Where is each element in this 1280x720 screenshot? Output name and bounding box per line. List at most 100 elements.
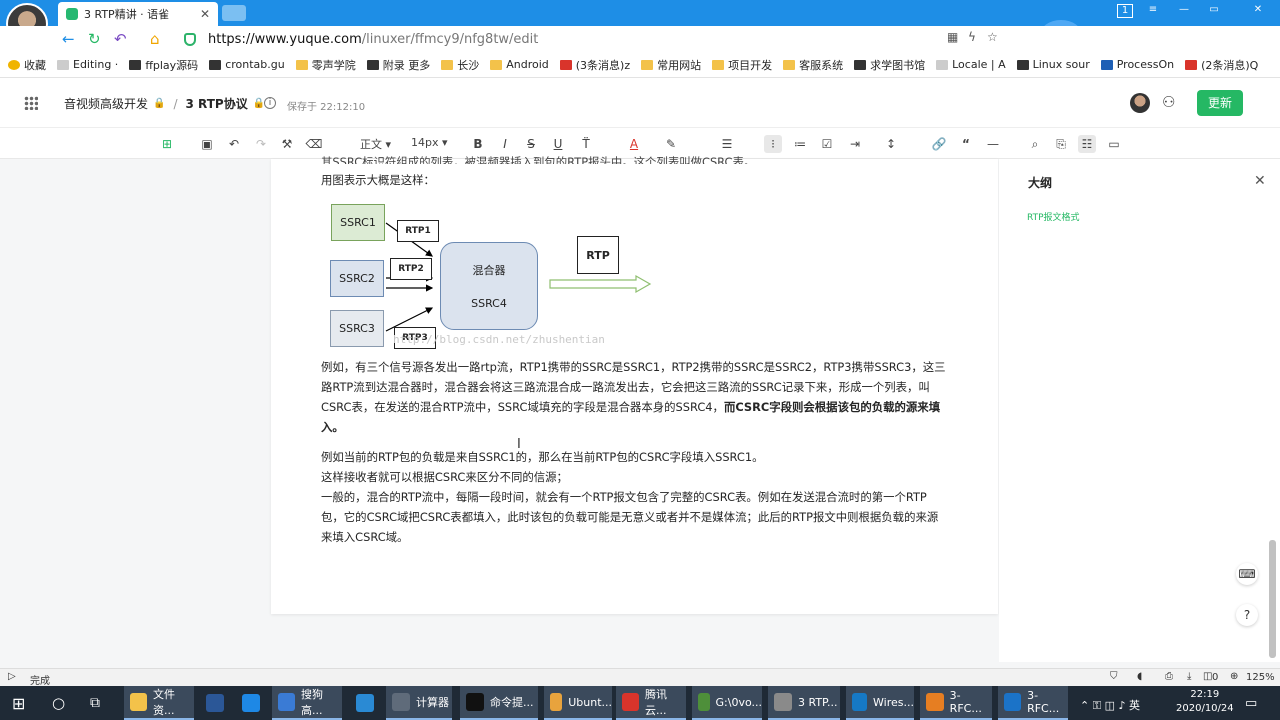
align-icon[interactable]: ☰: [718, 135, 736, 153]
add-collaborator-icon[interactable]: ⚇: [1162, 93, 1175, 111]
bookmark-item[interactable]: 项目开发: [712, 57, 772, 73]
taskbar-item[interactable]: Wires...: [846, 686, 914, 720]
taskbar-item[interactable]: [200, 686, 230, 720]
undo-icon[interactable]: ↶: [114, 30, 127, 48]
divider-icon[interactable]: —: [984, 135, 1002, 153]
zoom-icon[interactable]: ⊕: [1230, 671, 1238, 682]
link-icon[interactable]: 🔗: [930, 135, 948, 153]
taskbar-item[interactable]: 3 RTP...: [768, 686, 840, 720]
scrollbar-thumb[interactable]: [1269, 540, 1276, 658]
folder-icon[interactable]: ▭: [1105, 135, 1123, 153]
taskbar-item[interactable]: 计算器: [386, 686, 452, 720]
refresh-icon[interactable]: ↻: [88, 30, 101, 48]
bookmark-item[interactable]: 零声学院: [295, 57, 356, 73]
bookmark-item[interactable]: ProcessOn: [1100, 58, 1174, 71]
bookmark-item[interactable]: Android: [490, 58, 549, 71]
close-outline-icon[interactable]: ✕: [1254, 173, 1266, 189]
checklist-icon[interactable]: ☑: [818, 135, 836, 153]
bookmark-item[interactable]: 常用网站: [641, 57, 701, 73]
bookmark-item[interactable]: Linux sour: [1016, 58, 1090, 71]
close-window-icon[interactable]: ✕: [1250, 4, 1266, 18]
taskbar-item[interactable]: 搜狗高...: [272, 686, 342, 720]
bookmark-item[interactable]: Locale | A: [936, 58, 1006, 71]
bookmark-item[interactable]: (2条消息)Q: [1185, 57, 1258, 73]
outline-toggle-icon[interactable]: ☷: [1078, 135, 1096, 153]
sound-status-icon[interactable]: ◖: [1137, 671, 1142, 682]
underline-icon[interactable]: U: [549, 135, 567, 153]
bookmark-item[interactable]: crontab.gu: [209, 58, 285, 71]
outline-item[interactable]: RTP报文格式: [1027, 210, 1080, 223]
bookmark-item[interactable]: (3条消息)z: [559, 57, 630, 73]
info-icon[interactable]: i: [264, 97, 276, 109]
clear-format-icon[interactable]: ⌫: [305, 135, 323, 153]
mixer-label: 混合器: [472, 264, 506, 278]
clock[interactable]: 22:19 2020/10/24: [1176, 688, 1234, 716]
download-status-icon[interactable]: ⤓: [1187, 671, 1191, 682]
taskbar-item[interactable]: 文件资...: [124, 686, 194, 720]
breadcrumb-book[interactable]: 音视频高级开发: [64, 95, 148, 112]
taskbar-item[interactable]: 命令提...: [460, 686, 538, 720]
taskbar-item[interactable]: 3-RFC...: [920, 686, 992, 720]
taskbar-item[interactable]: 腾讯云...: [616, 686, 686, 720]
star-icon[interactable]: ☆: [987, 30, 998, 44]
taskbar-item[interactable]: [350, 686, 380, 720]
system-tray-icons[interactable]: ⌃ ⚿ ◫ ♪ 英: [1080, 697, 1140, 713]
highlight-icon[interactable]: ✎: [662, 135, 680, 153]
taskbar-item[interactable]: 3-RFC...: [998, 686, 1068, 720]
task-view-icon[interactable]: ⧉: [84, 686, 100, 720]
user-avatar[interactable]: [1130, 93, 1150, 113]
text-style-icon[interactable]: T̈: [577, 135, 595, 153]
strikethrough-icon[interactable]: S: [522, 135, 540, 153]
quote-icon[interactable]: “: [957, 135, 975, 153]
flash-icon[interactable]: ϟ: [968, 30, 976, 44]
windows-start-icon[interactable]: ⊞: [6, 686, 25, 720]
bookmark-item[interactable]: 收藏: [8, 57, 46, 73]
taskbar-item-label: Wires...: [873, 695, 914, 709]
back-icon[interactable]: ←: [62, 30, 75, 48]
bookmark-item[interactable]: 附录 更多: [366, 57, 430, 73]
indent-icon[interactable]: ⇥: [846, 135, 864, 153]
italic-icon[interactable]: I: [496, 135, 514, 153]
qr-icon[interactable]: ▦: [947, 30, 958, 44]
apps-grid-icon[interactable]: [24, 96, 38, 110]
search-icon[interactable]: ○: [46, 686, 65, 720]
numbered-list-icon[interactable]: ≔: [791, 135, 809, 153]
bookmark-item[interactable]: 客服系统: [783, 57, 843, 73]
bookmark-item[interactable]: ffplay源码: [129, 57, 198, 73]
undo-icon[interactable]: ↶: [225, 135, 243, 153]
taskbar-item[interactable]: G:\0vo...: [692, 686, 762, 720]
print-status-icon[interactable]: ⎙: [1165, 671, 1173, 682]
keyboard-shortcuts-icon[interactable]: ⌨: [1236, 563, 1258, 585]
format-icon[interactable]: ⎘: [1052, 135, 1070, 153]
new-tab-button[interactable]: [222, 5, 246, 21]
maximize-icon[interactable]: ▭: [1206, 4, 1222, 18]
menu-icon[interactable]: ≡: [1145, 4, 1161, 18]
line-height-icon[interactable]: ↕: [882, 135, 900, 153]
window-badge-icon[interactable]: 1: [1117, 4, 1133, 18]
font-color-icon[interactable]: A: [625, 135, 643, 153]
taskbar-item[interactable]: [236, 686, 266, 720]
help-icon[interactable]: ?: [1236, 604, 1258, 626]
font-size-select[interactable]: 14px ▾: [411, 136, 448, 149]
url-field[interactable]: https://www.yuque.com/linuxer/ffmcy9/nfg…: [184, 29, 934, 49]
search-doc-icon[interactable]: ⌕: [1026, 135, 1044, 153]
taskbar-item[interactable]: Ubunt...: [544, 686, 612, 720]
bullet-list-icon[interactable]: ⁝: [764, 135, 782, 153]
paragraph-style-select[interactable]: 正文 ▾: [360, 136, 391, 152]
minimize-icon[interactable]: —: [1176, 4, 1192, 18]
shield-status-icon[interactable]: ⛉: [1110, 671, 1118, 682]
browser-tab[interactable]: 3 RTP精讲 · 语雀 ✕: [58, 2, 218, 26]
save-icon[interactable]: ▣: [198, 135, 216, 153]
bold-icon[interactable]: B: [469, 135, 487, 153]
bookmark-item[interactable]: Editing ·: [57, 58, 118, 71]
bookmark-item[interactable]: 长沙: [441, 57, 479, 73]
format-painter-icon[interactable]: ⚒: [278, 135, 296, 153]
close-tab-icon[interactable]: ✕: [200, 7, 210, 21]
update-button[interactable]: 更新: [1197, 90, 1243, 116]
insert-icon[interactable]: ⊞: [158, 135, 176, 153]
notification-icon[interactable]: ▭: [1245, 696, 1257, 711]
home-icon[interactable]: ⌂: [150, 30, 160, 48]
status-play-icon[interactable]: ▷: [8, 671, 16, 682]
bookmark-item[interactable]: 求学图书馆: [854, 57, 925, 73]
redo-icon[interactable]: ↷: [252, 135, 270, 153]
